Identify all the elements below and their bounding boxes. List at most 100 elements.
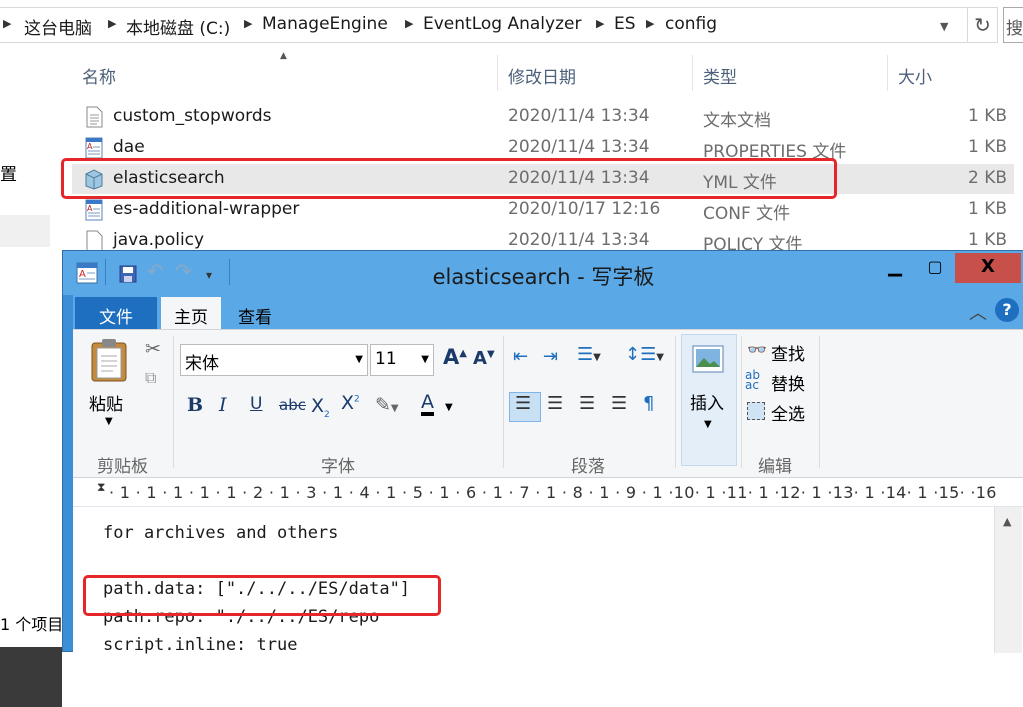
find-icon: 👓 [747,340,767,359]
cut-icon[interactable]: ✂ [145,338,161,360]
tab-view[interactable]: 查看 [223,297,287,329]
file-size: 1 KB [967,106,1007,126]
tab-home[interactable]: 主页 [161,297,221,329]
replace-button[interactable]: 替换 [771,370,805,395]
address-bar[interactable]: ▶ 这台电脑 ▶ 本地磁盘 (C:) ▶ ManageEngine ▶ Even… [0,7,968,43]
font-family-select[interactable]: 宋体 ▼ [180,344,368,376]
justify-icon[interactable]: ☰ [611,393,627,414]
grow-font-icon[interactable]: A▲ [443,345,467,369]
paragraph-icon[interactable]: ¶ [643,393,654,414]
paste-button[interactable]: 粘贴 [89,390,123,415]
align-center-icon[interactable]: ☰ [547,393,563,414]
breadcrumb-this-pc[interactable]: 这台电脑 [24,14,92,39]
shrink-font-icon[interactable]: A▼ [473,348,495,369]
chevron-right-icon[interactable]: ▶ [646,17,654,30]
align-left-icon[interactable]: ☰ [509,392,541,422]
file-name[interactable]: java.policy [113,230,204,250]
group-separator [741,336,742,468]
highlight-box-elasticsearch-row [61,158,837,199]
bullet-list-icon[interactable]: ☰▼ [577,344,601,365]
breadcrumb-eventlog-analyzer[interactable]: EventLog Analyzer [423,14,581,34]
chevron-right-icon[interactable]: ▶ [596,17,604,30]
font-color-dropdown-icon[interactable]: ▼ [445,402,453,413]
file-modified: 2020/11/4 13:34 [508,230,650,250]
file-type: 文本文档 [703,111,771,131]
close-button[interactable]: X [955,253,1021,283]
breadcrumb-config[interactable]: config [665,14,717,34]
font-color-icon[interactable]: A [421,392,434,416]
vertical-scrollbar[interactable]: ▲ [994,507,1022,653]
highlight-color-icon[interactable]: ✎▼ [375,394,399,416]
file-row[interactable]: custom_stopwords 2020/11/4 13:34 文本文档 1 … [72,102,1014,132]
breadcrumb-manageengine[interactable]: ManageEngine [262,14,388,34]
insert-label: 插入 [690,394,724,414]
file-size: 2 KB [967,168,1007,188]
chevron-right-icon[interactable]: ▶ [108,17,116,30]
strikethrough-icon[interactable]: abc [279,396,306,414]
file-size: 1 KB [967,199,1007,219]
column-header-modified[interactable]: 修改日期 [498,55,693,91]
indent-marker-icon[interactable]: ⧗ [97,480,105,495]
policy-file-icon [86,230,103,252]
column-header-name[interactable]: 名称 [72,55,498,91]
insert-dropdown-icon: ▼ [704,419,712,430]
address-dropdown-icon[interactable]: ▼ [940,20,948,33]
refresh-button[interactable]: ↻ [968,7,998,43]
decrease-indent-icon[interactable]: ⇤ [513,346,528,367]
navigation-pane: 置 1 个项目 [0,55,63,707]
picture-icon [692,345,724,373]
copy-icon[interactable]: ⧉ [145,368,156,388]
increase-indent-icon[interactable]: ⇥ [543,346,558,367]
insert-button[interactable]: 插入 ▼ [681,334,737,466]
file-name[interactable]: custom_stopwords [113,106,271,126]
scroll-up-icon[interactable]: ▲ [1003,515,1011,528]
select-all-button[interactable]: 全选 [771,400,805,425]
maximize-button[interactable]: ▢ [915,253,955,283]
ruler-scale: · 1 · 1 · 1 · 1 · 1 · 2 · 1 · 3 · 1 · 4 … [109,483,997,502]
column-header-type[interactable]: 类型 [693,55,888,91]
search-input[interactable]: 搜 [1003,7,1023,43]
close-icon: X [981,256,995,277]
ruler[interactable]: ⧗ · 1 · 1 · 1 · 1 · 1 · 2 · 1 · 3 · 1 · … [73,477,1023,507]
italic-icon[interactable]: I [219,394,227,416]
file-name[interactable]: dae [113,137,145,157]
group-label-clipboard: 剪贴板 [97,457,148,477]
group-label-font: 字体 [321,457,355,477]
font-size-value: 11 [375,349,397,369]
breadcrumb-es[interactable]: ES [614,14,636,34]
chevron-down-icon: ▼ [355,354,363,365]
properties-file-icon: A [85,137,103,159]
maximize-icon: ▢ [927,257,943,276]
minimize-button[interactable]: ▁ [875,253,915,283]
font-size-select[interactable]: 11 ▼ [370,344,434,376]
document-line: for archives and others [103,523,339,543]
svg-text:A: A [87,142,93,151]
chevron-right-icon[interactable]: ▶ [405,17,413,30]
bold-icon[interactable]: B [187,394,203,416]
text-file-icon [86,106,103,128]
align-right-icon[interactable]: ☰ [579,393,595,414]
file-modified: 2020/11/4 13:34 [508,137,650,157]
file-row[interactable]: A es-additional-wrapper 2020/10/17 12:16… [72,195,1014,225]
line-spacing-icon[interactable]: ↕☰▼ [625,344,664,365]
breadcrumb-local-disk[interactable]: 本地磁盘 (C:) [126,14,230,39]
help-icon[interactable]: ? [995,298,1019,322]
superscript-icon[interactable]: X2 [341,392,360,414]
find-button[interactable]: 查找 [771,340,805,365]
document-line: script.inline: true [103,635,298,655]
collapse-ribbon-icon[interactable]: ︿ [969,299,987,325]
underline-icon[interactable]: U [250,394,262,414]
column-header-size[interactable]: 大小 [888,55,1023,91]
paste-dropdown-icon[interactable]: ▼ [105,416,113,427]
subscript-icon[interactable]: X2 [311,395,330,420]
chevron-down-icon: ▼ [421,354,429,365]
tab-file[interactable]: 文件 [75,297,157,329]
title-bar[interactable]: A ↶ ↷ ▾ elasticsearch - 写字板 ▁ ▢ X [63,251,1023,295]
conf-file-icon: A [85,199,103,221]
nav-item-label[interactable]: 置 [0,160,17,185]
nav-selected-item[interactable] [0,215,50,247]
file-name[interactable]: es-additional-wrapper [113,199,299,219]
chevron-right-icon[interactable]: ▶ [244,17,252,30]
select-all-icon [747,402,765,420]
chevron-right-icon[interactable]: ▶ [3,17,11,30]
